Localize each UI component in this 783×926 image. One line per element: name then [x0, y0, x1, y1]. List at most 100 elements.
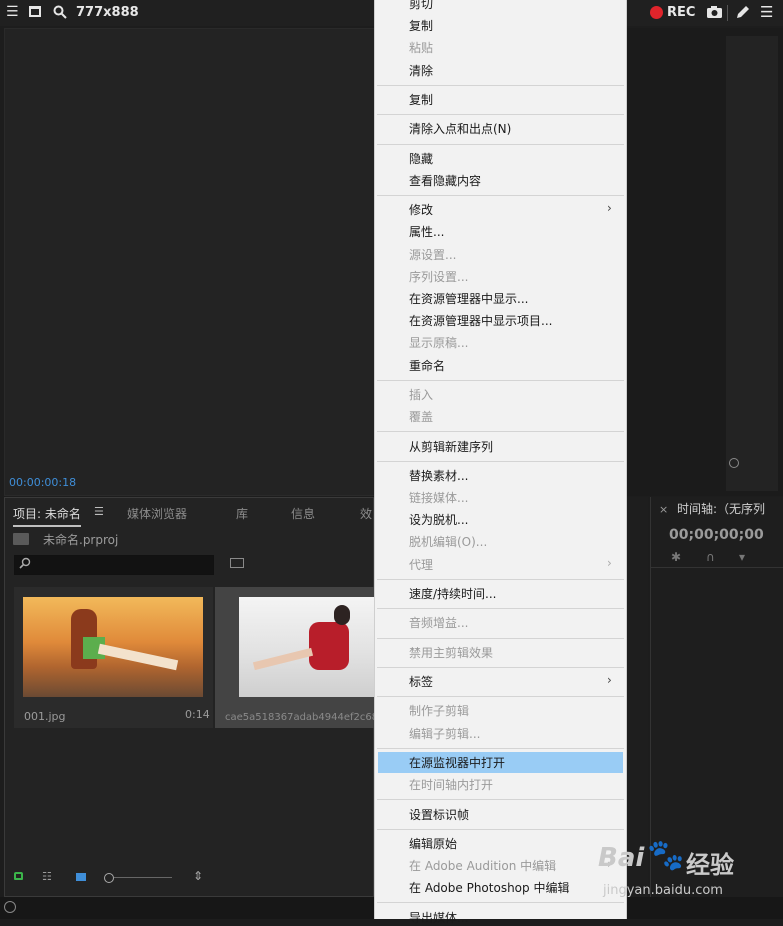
- menu-item[interactable]: 编辑原始: [409, 836, 457, 852]
- zoom-slider-track[interactable]: [114, 877, 172, 878]
- project-search-input[interactable]: [14, 555, 214, 575]
- menu-item: 链接媒体...: [409, 491, 469, 506]
- menu-item[interactable]: 隐藏: [409, 151, 433, 167]
- sort-icon[interactable]: ⇕: [193, 869, 203, 883]
- menu-item: 禁用主剪辑效果: [409, 645, 494, 660]
- clip-name: cae5a518367adab4944ef2c68...: [225, 712, 388, 723]
- tab-library[interactable]: 库: [236, 505, 248, 522]
- menu-item: 代理: [409, 557, 434, 572]
- menu-icon[interactable]: ☰: [6, 4, 19, 20]
- menu-item[interactable]: 复制: [409, 18, 433, 34]
- pen-icon[interactable]: [735, 5, 750, 23]
- folder-icon: [13, 533, 29, 545]
- menu-item[interactable]: 复制: [409, 92, 433, 108]
- snap-icon[interactable]: ✱: [671, 550, 681, 564]
- menu-separator: [377, 902, 624, 904]
- submenu-chevron-icon: ›: [607, 673, 612, 688]
- menu-item: 显示原稿...: [409, 336, 469, 351]
- menu-item[interactable]: 属性...: [409, 224, 444, 240]
- search-icon[interactable]: [53, 5, 67, 22]
- thumbnail-figure-legs: [252, 647, 314, 671]
- menu-item: 源设置...: [409, 247, 457, 262]
- menu-item[interactable]: 修改: [409, 202, 433, 218]
- menu-item[interactable]: 在源监视器中打开: [409, 755, 505, 771]
- menu-item[interactable]: 剪切: [409, 0, 433, 12]
- menu-separator: [377, 578, 624, 580]
- timeline-timecode[interactable]: 00;00;00;00: [669, 527, 764, 543]
- creative-cloud-icon[interactable]: [4, 901, 16, 913]
- menu-item[interactable]: 在资源管理器中显示...: [409, 291, 528, 307]
- tab-media-browser[interactable]: 媒体浏览器: [127, 505, 187, 522]
- timeline-title[interactable]: 时间轴:（无序列: [677, 500, 765, 517]
- menu-item[interactable]: 从剪辑新建序列: [409, 439, 493, 455]
- watermark-url: jingyan.baidu.com: [603, 883, 723, 898]
- list-view-icon[interactable]: ☷: [42, 870, 52, 883]
- tab-info[interactable]: 信息: [291, 505, 315, 522]
- menu-item[interactable]: 在资源管理器中显示项目...: [409, 313, 552, 329]
- menu-item[interactable]: 设为脱机...: [409, 512, 468, 528]
- project-file-name: 未命名.prproj: [43, 533, 119, 547]
- linked-selection-icon[interactable]: ∩: [706, 550, 715, 564]
- menu-item[interactable]: 重命名: [409, 358, 445, 374]
- menu-item[interactable]: 导出媒体...: [409, 910, 468, 926]
- menu-separator: [377, 828, 624, 830]
- menu-item[interactable]: 标签: [409, 674, 433, 690]
- menu-item: 编辑子剪辑...: [409, 726, 481, 741]
- menu-item[interactable]: 查看隐藏内容: [409, 173, 481, 189]
- clip-duration: 0:14: [185, 708, 210, 721]
- menu-separator: [377, 379, 624, 381]
- program-monitor-edge: [626, 28, 783, 496]
- watermark-brand-2: 经验: [686, 851, 734, 879]
- tools-strip: [626, 497, 648, 897]
- timeline-panel: × 时间轴:（无序列 00;00;00;00 ✱ ∩ ▾: [650, 497, 783, 897]
- menu-separator: [377, 195, 624, 197]
- panel-menu-icon[interactable]: ☰: [94, 505, 104, 518]
- menu-separator: [377, 143, 624, 145]
- menu-item[interactable]: 设置标识帧: [409, 807, 469, 823]
- clip-thumbnail-image: [239, 597, 374, 697]
- watermark-brand: Bai: [598, 843, 645, 873]
- zoom-handle-icon[interactable]: [729, 458, 739, 468]
- menu-separator: [377, 747, 624, 749]
- menu-item[interactable]: 速度/持续时间...: [409, 586, 497, 602]
- monitor-timecode[interactable]: 00:00:00:18: [9, 476, 76, 489]
- menu-separator: [377, 637, 624, 639]
- close-icon[interactable]: ×: [659, 503, 668, 516]
- icon-view-icon[interactable]: [76, 873, 86, 881]
- tab-project[interactable]: 项目: 未命名: [13, 505, 81, 527]
- thumbnail-figure-head: [334, 605, 350, 625]
- thumbnail-figure-legs: [97, 643, 179, 671]
- zoom-slider-handle[interactable]: [104, 873, 114, 883]
- paw-icon: 🐾: [647, 838, 685, 873]
- capture-size-label: 777x888: [76, 5, 139, 20]
- search-icon: [19, 557, 31, 572]
- clip-thumbnail-image: [23, 597, 203, 697]
- menu-item[interactable]: 在 Adobe Photoshop 中编辑: [409, 880, 569, 896]
- window-icon[interactable]: [29, 6, 41, 17]
- toolbar-divider: [727, 5, 728, 21]
- menu-separator: [377, 799, 624, 801]
- tab-effects[interactable]: 效: [360, 505, 372, 522]
- camera-icon[interactable]: [706, 5, 723, 22]
- submenu-chevron-icon: ›: [607, 555, 612, 570]
- menu-separator: [377, 460, 624, 462]
- menu-item: 音频增益...: [409, 616, 469, 631]
- clip-thumbnail-card[interactable]: 001.jpg 0:14: [14, 587, 213, 728]
- menu-item[interactable]: 清除入点和出点(N): [409, 121, 511, 137]
- menu-item[interactable]: 替换素材...: [409, 468, 468, 484]
- menu-item[interactable]: 清除: [409, 63, 433, 79]
- menu-separator: [377, 696, 624, 698]
- clip-thumbnail-card[interactable]: cae5a518367adab4944ef2c68...: [215, 587, 388, 728]
- menu-separator: [377, 84, 624, 86]
- menu-item: 在时间轴内打开: [409, 778, 494, 793]
- menu-item: 制作子剪辑: [409, 704, 470, 719]
- rec-label[interactable]: REC: [667, 5, 695, 20]
- new-bin-search-icon[interactable]: [230, 558, 244, 568]
- more-icon[interactable]: ☰: [760, 3, 773, 21]
- lock-icon[interactable]: [14, 872, 23, 880]
- menu-separator: [377, 608, 624, 610]
- menu-item: 覆盖: [409, 410, 434, 425]
- add-marker-icon[interactable]: ▾: [739, 550, 745, 564]
- record-dot-icon[interactable]: [650, 6, 663, 19]
- clip-name: 001.jpg: [24, 710, 66, 723]
